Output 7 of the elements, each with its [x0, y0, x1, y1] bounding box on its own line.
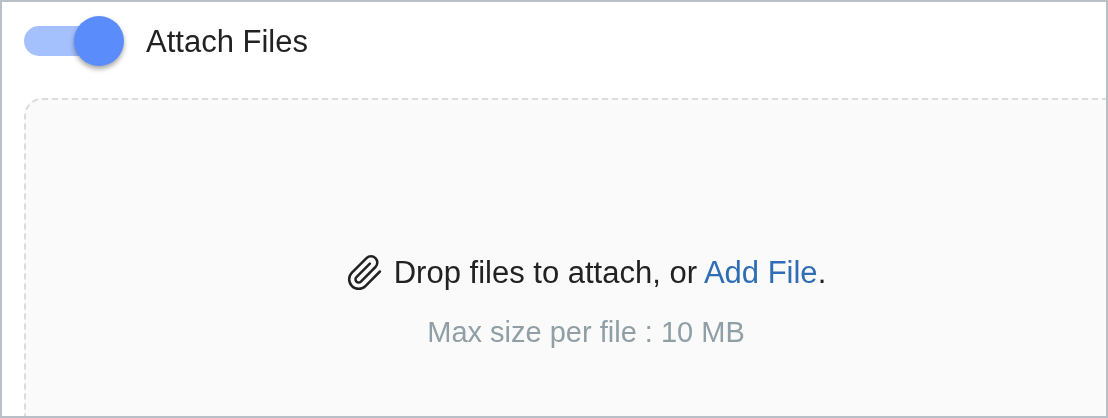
paperclip-icon	[345, 254, 384, 293]
toggle-label: Attach Files	[146, 25, 308, 57]
toggle-switch[interactable]	[24, 16, 124, 66]
add-file-link[interactable]: Add File	[703, 255, 818, 290]
drop-zone[interactable]: Drop files to attach, or Add File. Max size per file : 10 MB	[24, 98, 1106, 416]
max-size-hint: Max size per file : 10 MB	[427, 314, 745, 350]
drop-instructions: Drop files to attach, or Add File.	[393, 254, 827, 292]
